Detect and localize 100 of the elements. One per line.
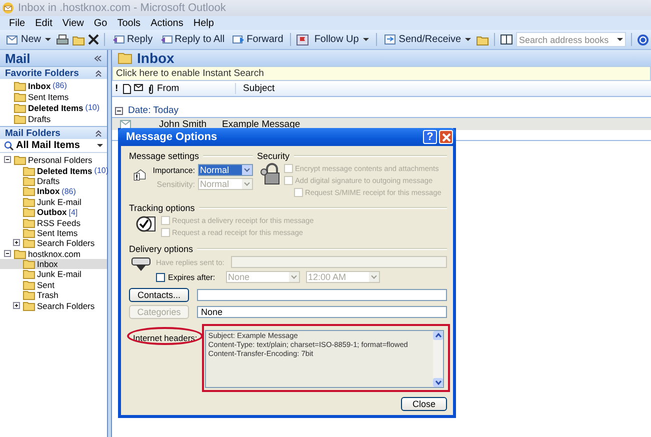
folder-item[interactable]: Drafts (28, 114, 51, 124)
scroll-down-button[interactable] (433, 378, 443, 387)
from-column-header[interactable]: From (157, 83, 236, 94)
folder-icon (23, 300, 35, 311)
folder-item[interactable]: Search Folders (37, 238, 95, 248)
subject-column-header[interactable]: Subject (239, 83, 275, 94)
collapse-pane-icon[interactable] (94, 54, 102, 62)
help-button[interactable]: ? (423, 130, 437, 144)
folder-item[interactable]: Deleted Items (28, 102, 84, 112)
expander-icon[interactable] (4, 156, 12, 164)
envelope-arrow-icon (131, 256, 153, 272)
folder-title: Inbox (137, 50, 174, 66)
contacts-button[interactable]: Contacts... (129, 288, 189, 302)
close-button[interactable] (439, 130, 453, 144)
open-folder-icon[interactable] (476, 34, 490, 46)
address-book-icon[interactable] (500, 34, 514, 45)
folder-icon (23, 290, 35, 300)
folder-item[interactable]: Sent Items (37, 228, 78, 238)
collapse-section-icon[interactable] (95, 70, 102, 76)
folder-icon (23, 259, 35, 270)
section-title: Favorite Folders (5, 68, 79, 78)
forward-button[interactable]: Forward (230, 34, 286, 45)
caret-icon (362, 38, 369, 41)
folder-item[interactable]: Inbox (28, 80, 51, 90)
folder-item[interactable]: Inbox (37, 259, 58, 270)
folder-item[interactable]: Deleted Items (37, 166, 92, 176)
send-receive-icon (384, 34, 397, 45)
expander-icon[interactable] (4, 250, 12, 258)
reply-all-button[interactable]: Reply to All (158, 34, 227, 45)
address-search-field[interactable]: Search address books (516, 32, 626, 47)
message-subject[interactable]: Example Message (222, 118, 300, 130)
folder-item[interactable]: hostknox.com (28, 248, 80, 259)
forward-icon (232, 34, 245, 45)
folder-icon (14, 155, 26, 166)
menu-item[interactable]: Actions (150, 18, 184, 28)
new-button[interactable]: New (4, 34, 54, 45)
print-icon[interactable] (56, 34, 70, 46)
envelope-icon (120, 120, 131, 128)
unread-count: (86) (52, 81, 67, 90)
help-icon[interactable] (637, 34, 650, 46)
instant-search-bar[interactable]: Click here to enable Instant Search (112, 66, 651, 81)
folder-item[interactable]: Sent Items (28, 92, 69, 102)
menu-item[interactable]: Help (193, 18, 214, 28)
group-label: Tracking options (129, 202, 195, 212)
importance-column-header[interactable]: ! (115, 83, 120, 94)
pane-title: Mail (5, 50, 30, 66)
scrollbar[interactable] (433, 331, 443, 387)
folder-icon (14, 102, 26, 112)
importance-dropdown[interactable]: Normal (198, 164, 253, 176)
menu-item[interactable]: Edit (35, 18, 52, 28)
envelope-icon[interactable] (134, 84, 145, 94)
window-title: Inbox in .hostknox.com - Microsoft Outlook (18, 2, 226, 14)
dialog-title: Message Options (126, 131, 218, 143)
folder-icon (23, 196, 35, 207)
folder-icon (23, 176, 35, 186)
menu-item[interactable]: Tools (117, 18, 141, 28)
folder-icon (14, 92, 26, 102)
scroll-up-button[interactable] (433, 331, 443, 340)
menu-item[interactable]: File (9, 18, 26, 28)
folder-icon (23, 218, 35, 228)
paperclip-icon[interactable] (148, 84, 154, 94)
message-sender[interactable]: John Smith (159, 118, 218, 130)
caret-icon (45, 38, 52, 41)
unread-count: (10) (85, 103, 100, 112)
collapse-group-icon[interactable] (115, 106, 123, 114)
caret-icon (617, 38, 624, 41)
folder-item[interactable]: Inbox (37, 186, 60, 196)
follow-up-button[interactable]: Follow Up (312, 34, 371, 45)
flag-icon[interactable] (296, 34, 310, 46)
folder-item[interactable]: Outbox (37, 207, 67, 218)
delete-icon[interactable] (88, 34, 100, 45)
contacts-field[interactable] (197, 289, 447, 301)
envelope-logo-icon (2, 2, 14, 14)
checkbox-label: Expires after: (168, 272, 216, 282)
folder-item[interactable]: Junk E-mail (37, 196, 82, 207)
folder-item[interactable]: Trash (37, 290, 58, 300)
menu-item[interactable]: Go (94, 18, 108, 28)
padlock-icon (259, 163, 281, 185)
folder-item[interactable]: Sent (37, 280, 54, 290)
expander-icon[interactable] (13, 239, 21, 248)
folder-item[interactable]: Drafts (37, 176, 60, 186)
expander-icon[interactable] (13, 302, 21, 310)
folder-item[interactable]: Personal Folders (28, 155, 92, 166)
folder-item[interactable]: RSS Feeds (37, 218, 80, 228)
field-label: Sensitivity: (156, 180, 195, 188)
section-title: Mail Folders (5, 128, 60, 138)
unread-count: [4] (68, 208, 78, 217)
document-icon[interactable] (123, 84, 131, 94)
checkmark-document-icon (135, 215, 157, 233)
folder-item[interactable]: Search Folders (37, 300, 95, 311)
caret-icon (97, 144, 103, 147)
group-label: Date: Today (128, 105, 179, 116)
folder-icon (23, 238, 35, 248)
menu-item[interactable]: View (62, 18, 84, 28)
reply-button[interactable]: Reply (110, 34, 155, 45)
collapse-section-icon[interactable] (95, 130, 102, 136)
view-dropdown[interactable]: All Mail Items (0, 139, 107, 153)
folder-item[interactable]: Junk E-mail (37, 269, 82, 280)
send-receive-button[interactable]: Send/Receive (382, 34, 474, 45)
close-button[interactable]: Close (401, 397, 447, 411)
